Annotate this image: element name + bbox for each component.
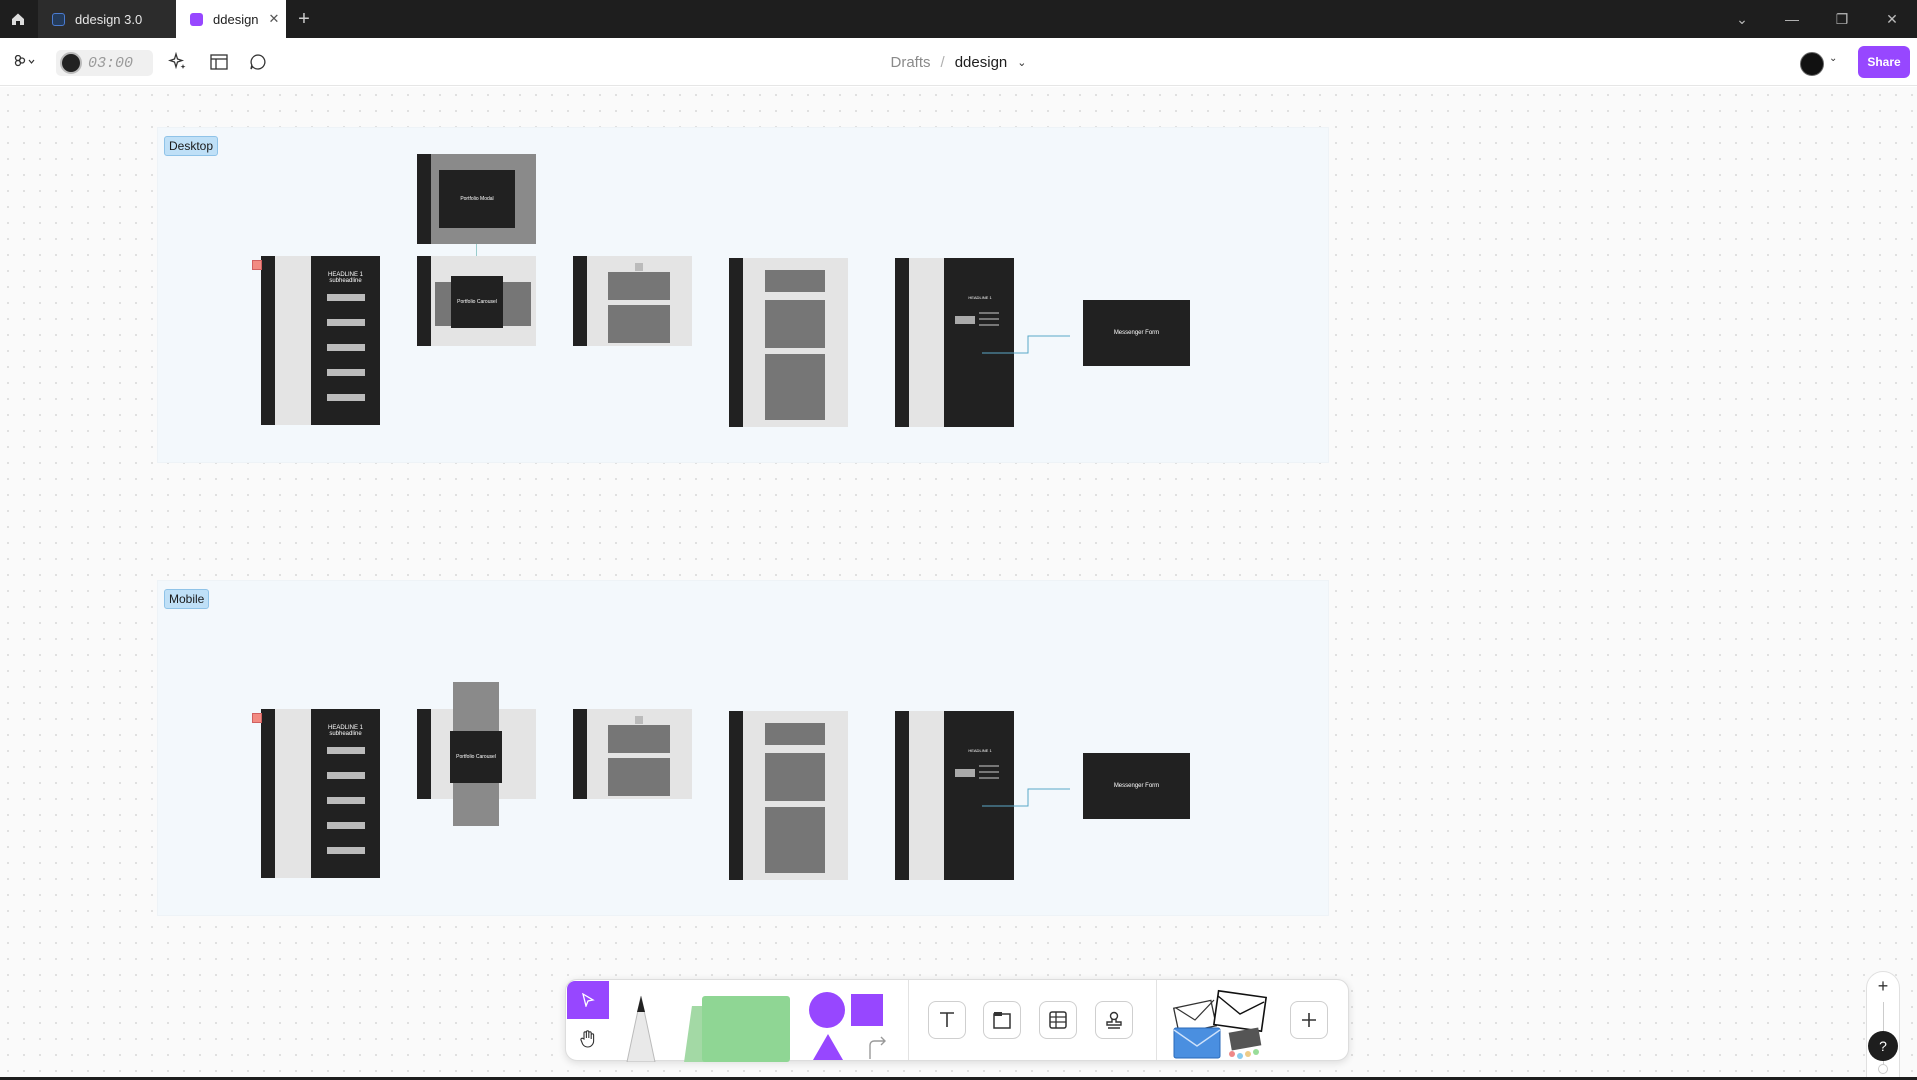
text-icon[interactable]: [928, 1001, 966, 1039]
stamp-icon[interactable]: [1095, 1001, 1133, 1039]
share-button[interactable]: Share: [1858, 46, 1910, 78]
frame-portfolio-carousel[interactable]: Portfolio Carousel: [417, 256, 536, 346]
envelopes-icon[interactable]: [1172, 988, 1268, 1060]
sticky-note[interactable]: [252, 713, 262, 723]
frame-services[interactable]: [573, 256, 692, 346]
section-desktop[interactable]: Desktop HEADLINE 1 subheadline Portfolio…: [157, 127, 1329, 463]
table-icon[interactable]: [1039, 1001, 1077, 1039]
comment-icon[interactable]: [246, 50, 270, 74]
figma-menu-icon[interactable]: [10, 50, 40, 74]
hand-icon[interactable]: [567, 1020, 609, 1058]
portfolio-modal-label: Portfolio Modal: [439, 170, 515, 228]
zoom-in-icon[interactable]: +: [1867, 976, 1899, 997]
canvas[interactable]: Desktop HEADLINE 1 subheadline Portfolio…: [0, 87, 1917, 1077]
avatar-chevron-icon[interactable]: ⌄: [1829, 53, 1837, 64]
tab-label: ddesign: [213, 11, 259, 27]
tab-label: ddesign 3.0: [75, 11, 143, 27]
help-icon[interactable]: ?: [1868, 1031, 1898, 1061]
sticky-note-icon[interactable]: [684, 994, 792, 1062]
tab-ddesign-3[interactable]: ddesign 3.0: [38, 0, 176, 38]
connector-icon[interactable]: [866, 1032, 890, 1060]
messenger-form-label: Messenger Form: [1113, 783, 1160, 789]
frame-landing[interactable]: HEADLINE 1 subheadline: [252, 256, 380, 425]
section-label: Desktop: [164, 136, 219, 156]
frame-subheadline: subheadline: [329, 278, 362, 284]
file-icon: [52, 12, 65, 26]
frame-services[interactable]: [573, 709, 692, 799]
file-icon: [190, 12, 203, 26]
frame-gallery[interactable]: [729, 711, 848, 880]
timer-widget[interactable]: 03:00: [56, 50, 153, 76]
breadcrumb-drafts[interactable]: Drafts: [891, 54, 931, 71]
layout-icon[interactable]: [207, 50, 231, 74]
frame-portfolio-carousel[interactable]: Portfolio Carousel: [417, 682, 536, 826]
timer-avatar: [60, 52, 82, 74]
prototype-connector: [982, 788, 1070, 807]
breadcrumb-file-name[interactable]: ddesign: [955, 54, 1008, 71]
breadcrumb-separator: /: [940, 53, 945, 71]
close-icon[interactable]: ✕: [1867, 0, 1917, 38]
frame-subheadline: subheadline: [329, 731, 362, 737]
move-icon[interactable]: [567, 981, 609, 1019]
close-tab-icon[interactable]: ✕: [269, 11, 280, 27]
frame-portfolio-modal[interactable]: Portfolio Modal: [417, 154, 536, 244]
section-icon[interactable]: [983, 1001, 1021, 1039]
section-label: Mobile: [164, 589, 210, 609]
frame-landing[interactable]: HEADLINE 1 subheadline: [252, 709, 380, 878]
new-tab-icon[interactable]: +: [286, 8, 322, 31]
sparkle-icon[interactable]: [166, 50, 190, 74]
sticky-note[interactable]: [252, 260, 262, 270]
window-controls: ⌄ — ❐ ✕: [1717, 0, 1917, 38]
zoom-slider-handle[interactable]: [1878, 1064, 1888, 1074]
tab-ddesign[interactable]: ddesign ✕: [176, 0, 286, 38]
section-mobile[interactable]: Mobile HEADLINE 1 subheadline Portfolio …: [157, 580, 1329, 916]
avatar[interactable]: [1800, 52, 1824, 76]
chevron-down-icon[interactable]: ⌄: [1017, 56, 1026, 69]
portfolio-carousel-label: Portfolio Carousel: [451, 276, 503, 328]
frame-headline-small: HEADLINE 1: [968, 747, 992, 753]
home-icon[interactable]: [0, 0, 36, 38]
chevron-down-icon[interactable]: ⌄: [1717, 0, 1767, 38]
frame-headline-small: HEADLINE 1: [968, 294, 992, 300]
zoom-control: + –: [1866, 971, 1900, 1077]
pen-icon[interactable]: [618, 990, 664, 1062]
frame-gallery[interactable]: [729, 258, 848, 427]
minimize-icon[interactable]: —: [1767, 0, 1817, 38]
frame-messenger-form[interactable]: Messenger Form: [1083, 300, 1190, 366]
creation-toolbar: [565, 979, 1349, 1062]
timer-value: 03:00: [88, 54, 134, 72]
frame-messenger-form[interactable]: Messenger Form: [1083, 753, 1190, 819]
prototype-connector: [982, 335, 1070, 354]
title-bar: ddesign 3.0 ddesign ✕ + ⌄ — ❐ ✕: [0, 0, 1917, 38]
restore-icon[interactable]: ❐: [1817, 0, 1867, 38]
messenger-form-label: Messenger Form: [1113, 330, 1160, 336]
add-icon[interactable]: [1290, 1001, 1328, 1039]
portfolio-carousel-label: Portfolio Carousel: [450, 731, 502, 783]
